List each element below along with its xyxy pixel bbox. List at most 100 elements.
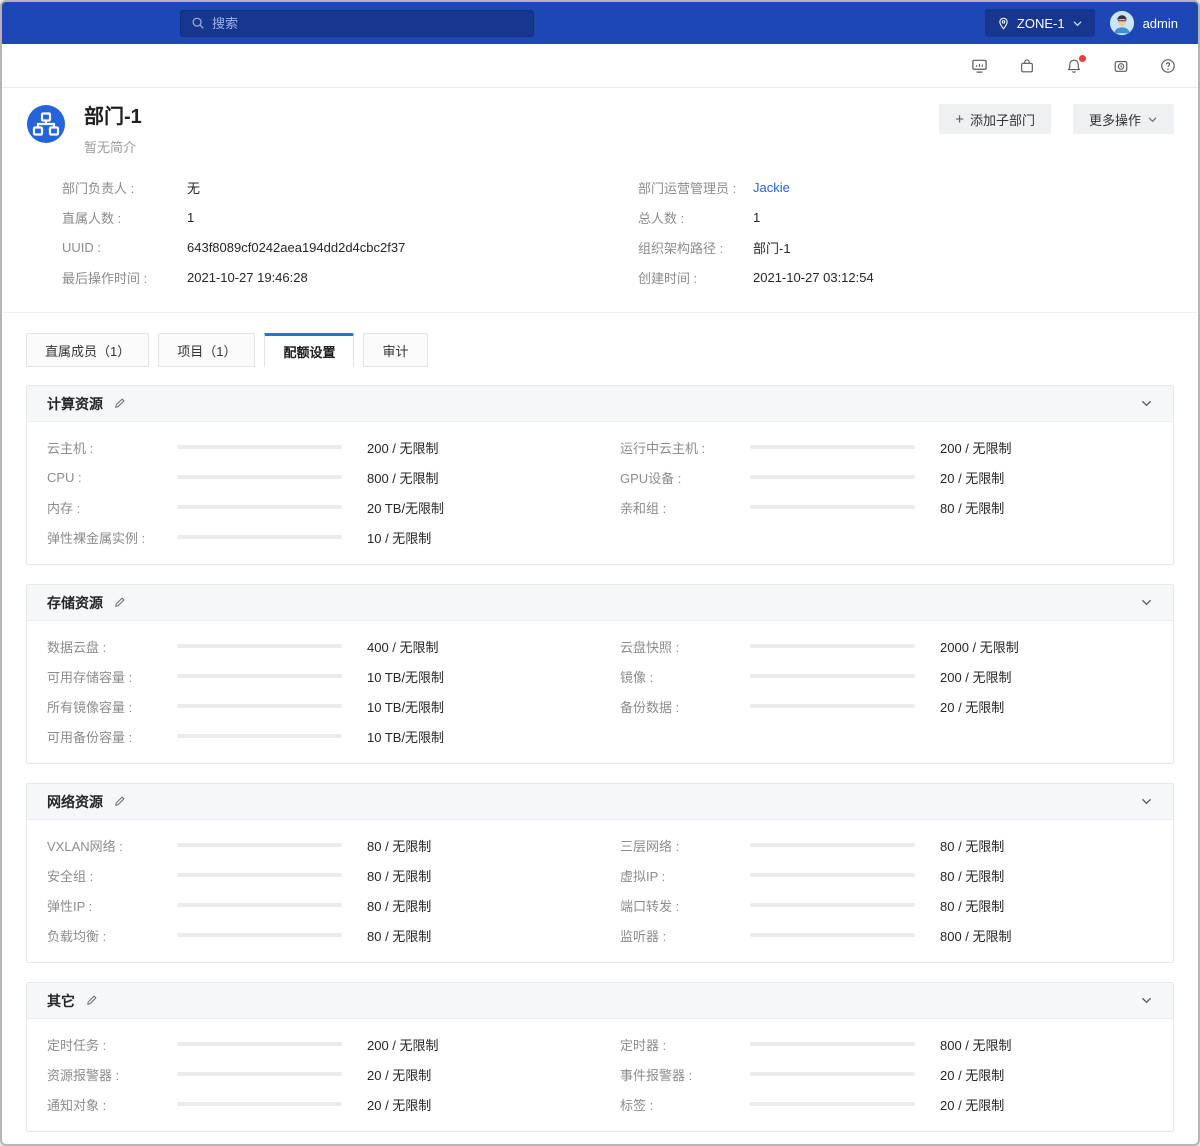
camera-timer-icon[interactable] bbox=[1113, 58, 1129, 74]
tab-项目（1）[interactable]: 项目（1） bbox=[158, 333, 255, 367]
quota-progress-bar bbox=[750, 475, 915, 479]
edit-pencil-icon[interactable] bbox=[113, 795, 126, 808]
quota-progress-bar bbox=[177, 933, 342, 937]
quota-label: 标签 : bbox=[620, 1095, 750, 1114]
quota-value: 20 / 无限制 bbox=[928, 697, 1153, 716]
quota-section: 其它 定时任务 : 200 / 无限制 资源报警器 : 20 / 无限制 通知对… bbox=[26, 982, 1174, 1132]
quota-progress-bar bbox=[177, 1102, 342, 1106]
quota-column-right: 三层网络 : 80 / 无限制 虚拟IP : 80 / 无限制 端口转发 : 8… bbox=[620, 830, 1153, 950]
tabs: 直属成员（1） 项目（1） 配额设置 审计 bbox=[2, 313, 1198, 383]
info-value-link[interactable]: Jackie bbox=[753, 180, 790, 195]
edit-pencil-icon[interactable] bbox=[113, 397, 126, 410]
edit-pencil-icon[interactable] bbox=[113, 596, 126, 609]
info-column-right: 部门运营管理员 : Jackie 总人数 : 1 组织架构路径 : 部门-1 创… bbox=[638, 172, 1174, 292]
quota-value: 200 / 无限制 bbox=[928, 438, 1153, 457]
location-pin-icon bbox=[997, 17, 1010, 30]
chevron-down-icon[interactable] bbox=[1140, 994, 1153, 1007]
quota-column-right: 云盘快照 : 2000 / 无限制 镜像 : 200 / 无限制 备份数据 : … bbox=[620, 631, 1153, 751]
info-value: 2021-10-27 03:12:54 bbox=[753, 270, 874, 285]
quota-progress-bar bbox=[177, 734, 342, 738]
info-label: 组织架构路径 : bbox=[638, 238, 753, 257]
quota-label: 安全组 : bbox=[47, 866, 177, 885]
quota-value: 10 TB/无限制 bbox=[355, 697, 580, 716]
chevron-down-icon[interactable] bbox=[1140, 795, 1153, 808]
quota-row: 备份数据 : 20 / 无限制 bbox=[620, 691, 1153, 721]
tab-配额设置[interactable]: 配额设置 bbox=[264, 333, 354, 367]
quota-progress-bar bbox=[750, 505, 915, 509]
more-actions-button[interactable]: 更多操作 bbox=[1073, 104, 1174, 134]
search-input[interactable] bbox=[212, 16, 523, 31]
quota-value: 80 / 无限制 bbox=[355, 926, 580, 945]
quota-value: 80 / 无限制 bbox=[928, 866, 1153, 885]
quota-row: 镜像 : 200 / 无限制 bbox=[620, 661, 1153, 691]
quota-label: 资源报警器 : bbox=[47, 1065, 177, 1084]
quota-row: 安全组 : 80 / 无限制 bbox=[47, 860, 580, 890]
info-label: 直属人数 : bbox=[62, 208, 187, 227]
department-icon bbox=[26, 104, 66, 144]
page-header: 部门-1 暂无简介 + 添加子部门 更多操作 部门负责人 : 无 bbox=[2, 88, 1198, 313]
briefcase-icon[interactable] bbox=[1019, 58, 1035, 74]
chevron-down-icon[interactable] bbox=[1140, 397, 1153, 410]
quota-progress-bar bbox=[177, 644, 342, 648]
quota-value: 20 / 无限制 bbox=[928, 468, 1153, 487]
quota-row: 运行中云主机 : 200 / 无限制 bbox=[620, 432, 1153, 462]
add-sub-department-button[interactable]: + 添加子部门 bbox=[939, 104, 1051, 134]
quota-column-left: 数据云盘 : 400 / 无限制 可用存储容量 : 10 TB/无限制 所有镜像… bbox=[47, 631, 580, 751]
quota-label: 备份数据 : bbox=[620, 697, 750, 716]
help-icon[interactable] bbox=[1160, 58, 1176, 74]
quota-row: 云盘快照 : 2000 / 无限制 bbox=[620, 631, 1153, 661]
username: admin bbox=[1143, 16, 1178, 31]
info-label: 创建时间 : bbox=[638, 268, 753, 287]
global-search[interactable] bbox=[180, 10, 534, 37]
quota-label: 负载均衡 : bbox=[47, 926, 177, 945]
quota-value: 80 / 无限制 bbox=[355, 836, 580, 855]
plus-icon: + bbox=[955, 111, 964, 128]
quota-row: 所有镜像容量 : 10 TB/无限制 bbox=[47, 691, 580, 721]
info-label: 部门运营管理员 : bbox=[638, 178, 753, 197]
quota-value: 200 / 无限制 bbox=[928, 667, 1153, 686]
quota-row: 内存 : 20 TB/无限制 bbox=[47, 492, 580, 522]
notification-bell-icon[interactable] bbox=[1066, 58, 1082, 74]
search-icon bbox=[191, 16, 205, 30]
quota-progress-bar bbox=[750, 1072, 915, 1076]
tab-直属成员（1）[interactable]: 直属成员（1） bbox=[26, 333, 149, 367]
quota-progress-bar bbox=[177, 704, 342, 708]
monitor-icon[interactable] bbox=[971, 57, 988, 74]
quota-row: VXLAN网络 : 80 / 无限制 bbox=[47, 830, 580, 860]
quota-label: 亲和组 : bbox=[620, 498, 750, 517]
quota-value: 200 / 无限制 bbox=[355, 438, 580, 457]
tab-label: 配额设置 bbox=[283, 342, 335, 361]
info-value: 1 bbox=[187, 210, 194, 225]
quota-progress-bar bbox=[177, 1072, 342, 1076]
quota-progress-bar bbox=[177, 535, 342, 539]
chevron-down-icon bbox=[1072, 18, 1083, 29]
info-row: 创建时间 : 2021-10-27 03:12:54 bbox=[638, 262, 1174, 292]
quota-sections: 计算资源 云主机 : 200 / 无限制 CPU : 800 / 无限制 内存 … bbox=[2, 383, 1198, 1132]
quota-progress-bar bbox=[177, 505, 342, 509]
quota-section: 计算资源 云主机 : 200 / 无限制 CPU : 800 / 无限制 内存 … bbox=[26, 385, 1174, 565]
quota-progress-bar bbox=[177, 674, 342, 678]
quota-value: 10 TB/无限制 bbox=[355, 727, 580, 746]
quota-label: 弹性IP : bbox=[47, 896, 177, 915]
edit-pencil-icon[interactable] bbox=[85, 994, 98, 1007]
quota-value: 80 / 无限制 bbox=[355, 866, 580, 885]
quota-row: 虚拟IP : 80 / 无限制 bbox=[620, 860, 1153, 890]
quota-progress-bar bbox=[750, 903, 915, 907]
zone-selector[interactable]: ZONE-1 bbox=[985, 9, 1095, 37]
user-menu[interactable]: admin bbox=[1109, 10, 1178, 36]
quota-row: 可用存储容量 : 10 TB/无限制 bbox=[47, 661, 580, 691]
secondary-toolbar bbox=[2, 44, 1198, 88]
tab-审计[interactable]: 审计 bbox=[363, 333, 427, 367]
quota-progress-bar bbox=[177, 903, 342, 907]
quota-section-title: 计算资源 bbox=[47, 394, 103, 414]
quota-progress-bar bbox=[177, 475, 342, 479]
quota-section-title: 其它 bbox=[47, 991, 75, 1011]
quota-row: 负载均衡 : 80 / 无限制 bbox=[47, 920, 580, 950]
quota-value: 10 TB/无限制 bbox=[355, 667, 580, 686]
info-row: 直属人数 : 1 bbox=[62, 202, 598, 232]
quota-row: 亲和组 : 80 / 无限制 bbox=[620, 492, 1153, 522]
quota-row: 端口转发 : 80 / 无限制 bbox=[620, 890, 1153, 920]
quota-row: CPU : 800 / 无限制 bbox=[47, 462, 580, 492]
quota-row: 三层网络 : 80 / 无限制 bbox=[620, 830, 1153, 860]
chevron-down-icon[interactable] bbox=[1140, 596, 1153, 609]
